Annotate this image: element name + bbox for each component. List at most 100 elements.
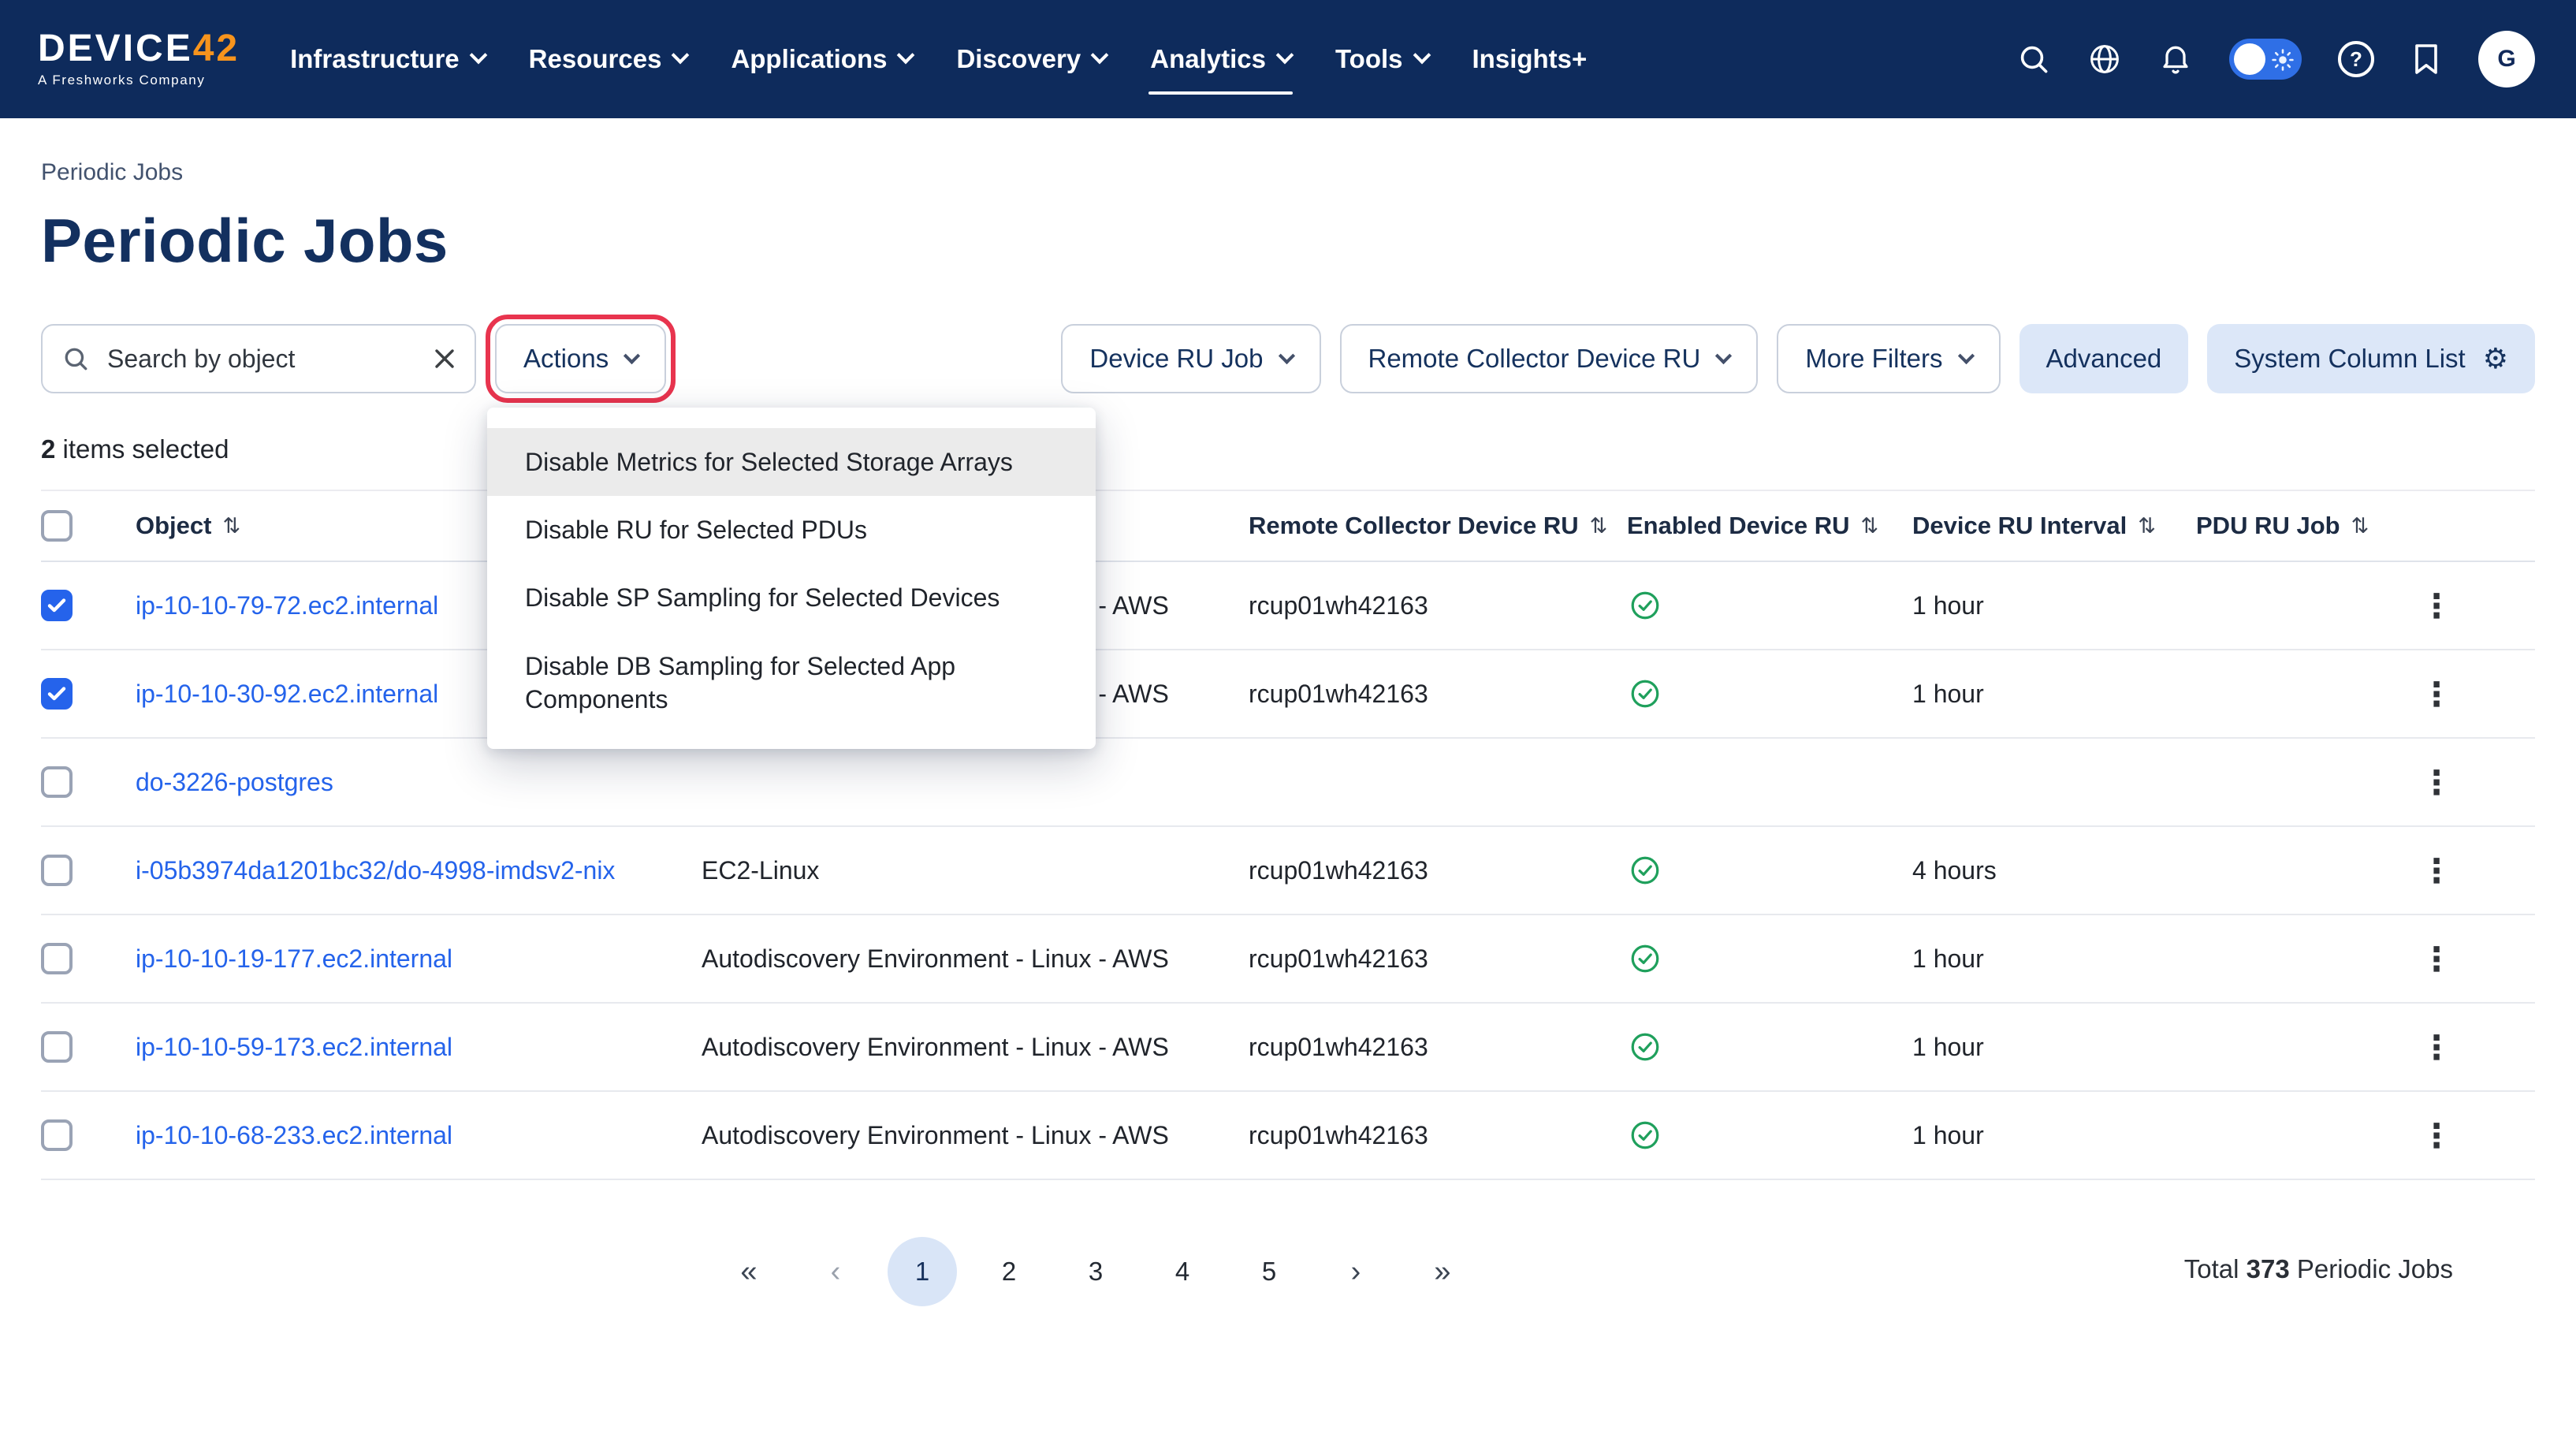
actions-dropdown[interactable]: Actions (495, 324, 666, 393)
system-column-list-button[interactable]: System Column List ⚙ (2207, 324, 2535, 393)
last-page-button[interactable]: » (1408, 1237, 1477, 1306)
enabled-check-icon (1630, 1120, 1660, 1150)
row-checkbox[interactable] (41, 766, 73, 798)
page-button-4[interactable]: 4 (1148, 1237, 1217, 1306)
menu-item-disable-sp-sampling[interactable]: Disable SP Sampling for Selected Devices (487, 564, 1096, 631)
previous-page-button[interactable]: ‹ (801, 1237, 870, 1306)
row-actions-kebab-icon[interactable]: ⋮ (2410, 851, 2462, 890)
remote-collector-cell: rcup01wh42163 (1249, 944, 1428, 974)
chevron-down-icon (672, 47, 690, 65)
advanced-button[interactable]: Advanced (2019, 324, 2189, 393)
check-icon (47, 598, 66, 613)
selection-text: items selected (63, 434, 229, 464)
remote-collector-cell: rcup01wh42163 (1249, 1033, 1428, 1062)
object-link[interactable]: ip-10-10-30-92.ec2.internal (136, 680, 438, 709)
object-link[interactable]: ip-10-10-59-173.ec2.internal (136, 1033, 452, 1062)
page-title: Periodic Jobs (41, 205, 2535, 277)
page-button-1[interactable]: 1 (888, 1237, 957, 1306)
total-prefix: Total (2184, 1254, 2239, 1283)
menu-item-disable-ru[interactable]: Disable RU for Selected PDUs (487, 496, 1096, 564)
select-all-checkbox[interactable] (41, 510, 73, 542)
globe-icon[interactable] (2087, 42, 2122, 76)
nav-item-insights[interactable]: Insights+ (1450, 0, 1610, 118)
next-page-button[interactable]: › (1321, 1237, 1390, 1306)
chevron-down-icon (624, 347, 640, 363)
main-content: Periodic Jobs Periodic Jobs Actions Disa (0, 159, 2576, 1316)
object-link[interactable]: i-05b3974da1201bc32/do-4998-imdsv2-nix (136, 856, 615, 885)
bookmark-icon[interactable] (2410, 42, 2442, 76)
row-actions-kebab-icon[interactable]: ⋮ (2410, 1028, 2462, 1067)
sort-icon[interactable]: ⇅ (1861, 514, 1879, 538)
theme-toggle[interactable] (2229, 39, 2302, 80)
search-icon[interactable] (2016, 42, 2051, 76)
avatar[interactable]: G (2478, 31, 2535, 88)
logo-tagline: A Freshworks Company (38, 73, 240, 88)
row-actions-kebab-icon[interactable]: ⋮ (2410, 675, 2462, 713)
total-count: Total 373 Periodic Jobs (2184, 1254, 2453, 1284)
chevron-down-icon (1957, 347, 1974, 363)
column-header-enabled: Enabled Device RU (1627, 512, 1850, 540)
nav-item-applications[interactable]: Applications (709, 0, 934, 118)
enabled-check-icon (1630, 855, 1660, 885)
nav-item-resources[interactable]: Resources (507, 0, 709, 118)
column-header-interval: Device RU Interval (1912, 512, 2127, 540)
menu-item-disable-db-sampling[interactable]: Disable DB Sampling for Selected App Com… (487, 632, 1096, 733)
device42-logo[interactable]: DEVICE42 A Freshworks Company (38, 30, 240, 88)
object-link[interactable]: ip-10-10-19-177.ec2.internal (136, 944, 452, 974)
logo-42: 42 (193, 28, 240, 69)
row-actions-kebab-icon[interactable]: ⋮ (2410, 940, 2462, 978)
row-actions-kebab-icon[interactable]: ⋮ (2410, 1116, 2462, 1155)
nav-label: Tools (1335, 44, 1403, 74)
sort-icon[interactable]: ⇅ (1590, 514, 1608, 538)
row-checkbox[interactable] (41, 590, 73, 621)
sort-icon[interactable]: ⇅ (2351, 514, 2369, 538)
device-ru-job-filter[interactable]: Device RU Job (1061, 324, 1320, 393)
sort-icon[interactable]: ⇅ (222, 514, 240, 538)
chevron-down-icon (897, 47, 915, 65)
row-checkbox[interactable] (41, 1031, 73, 1063)
object-link[interactable]: ip-10-10-79-72.ec2.internal (136, 591, 438, 620)
row-checkbox[interactable] (41, 678, 73, 710)
nav-item-infrastructure[interactable]: Infrastructure (268, 0, 507, 118)
filter-label: Remote Collector Device RU (1368, 344, 1701, 374)
remote-collector-filter[interactable]: Remote Collector Device RU (1340, 324, 1759, 393)
breadcrumb[interactable]: Periodic Jobs (41, 159, 183, 186)
row-actions-kebab-icon[interactable]: ⋮ (2410, 763, 2462, 802)
page-button-5[interactable]: 5 (1234, 1237, 1304, 1306)
toolbar: Actions Disable Metrics for Selected Sto… (41, 324, 2535, 393)
search-input[interactable] (104, 343, 419, 375)
remote-collector-cell: rcup01wh42163 (1249, 680, 1428, 709)
page-button-3[interactable]: 3 (1061, 1237, 1130, 1306)
advanced-label: Advanced (2046, 344, 2162, 374)
nav-item-tools[interactable]: Tools (1313, 0, 1450, 118)
gear-icon: ⚙ (2483, 343, 2508, 375)
object-link[interactable]: do-3226-postgres (136, 768, 333, 797)
interval-cell: 1 hour (1912, 1033, 1984, 1062)
nav-label: Applications (731, 44, 887, 74)
enabled-check-icon (1630, 944, 1660, 974)
sort-icon[interactable]: ⇅ (2138, 514, 2156, 538)
more-filters-dropdown[interactable]: More Filters (1777, 324, 2000, 393)
help-icon[interactable]: ? (2338, 41, 2374, 77)
filter-label: Device RU Job (1089, 344, 1263, 374)
row-checkbox[interactable] (41, 943, 73, 974)
first-page-button[interactable]: « (714, 1237, 784, 1306)
column-header-remote-collector: Remote Collector Device RU (1249, 512, 1579, 540)
object-link[interactable]: ip-10-10-68-233.ec2.internal (136, 1121, 452, 1150)
row-checkbox[interactable] (41, 1119, 73, 1151)
table-row: ip-10-10-19-177.ec2.internal Autodiscove… (41, 915, 2535, 1004)
nav-item-discovery[interactable]: Discovery (934, 0, 1128, 118)
row-checkbox[interactable] (41, 855, 73, 886)
clear-search-icon[interactable] (434, 348, 456, 370)
row-actions-kebab-icon[interactable]: ⋮ (2410, 587, 2462, 625)
system-column-list-label: System Column List (2234, 344, 2465, 374)
nav-item-analytics[interactable]: Analytics (1128, 0, 1313, 118)
interval-cell: 4 hours (1912, 856, 1997, 885)
pagination: « ‹ 1 2 3 4 5 › » (714, 1237, 1477, 1306)
page-button-2[interactable]: 2 (974, 1237, 1044, 1306)
search-box (41, 324, 476, 393)
bell-icon[interactable] (2158, 42, 2193, 76)
menu-item-disable-metrics[interactable]: Disable Metrics for Selected Storage Arr… (487, 428, 1096, 496)
table-row: ip-10-10-79-72.ec2.internal Autodiscover… (41, 562, 2535, 650)
nav-label: Resources (529, 44, 662, 74)
